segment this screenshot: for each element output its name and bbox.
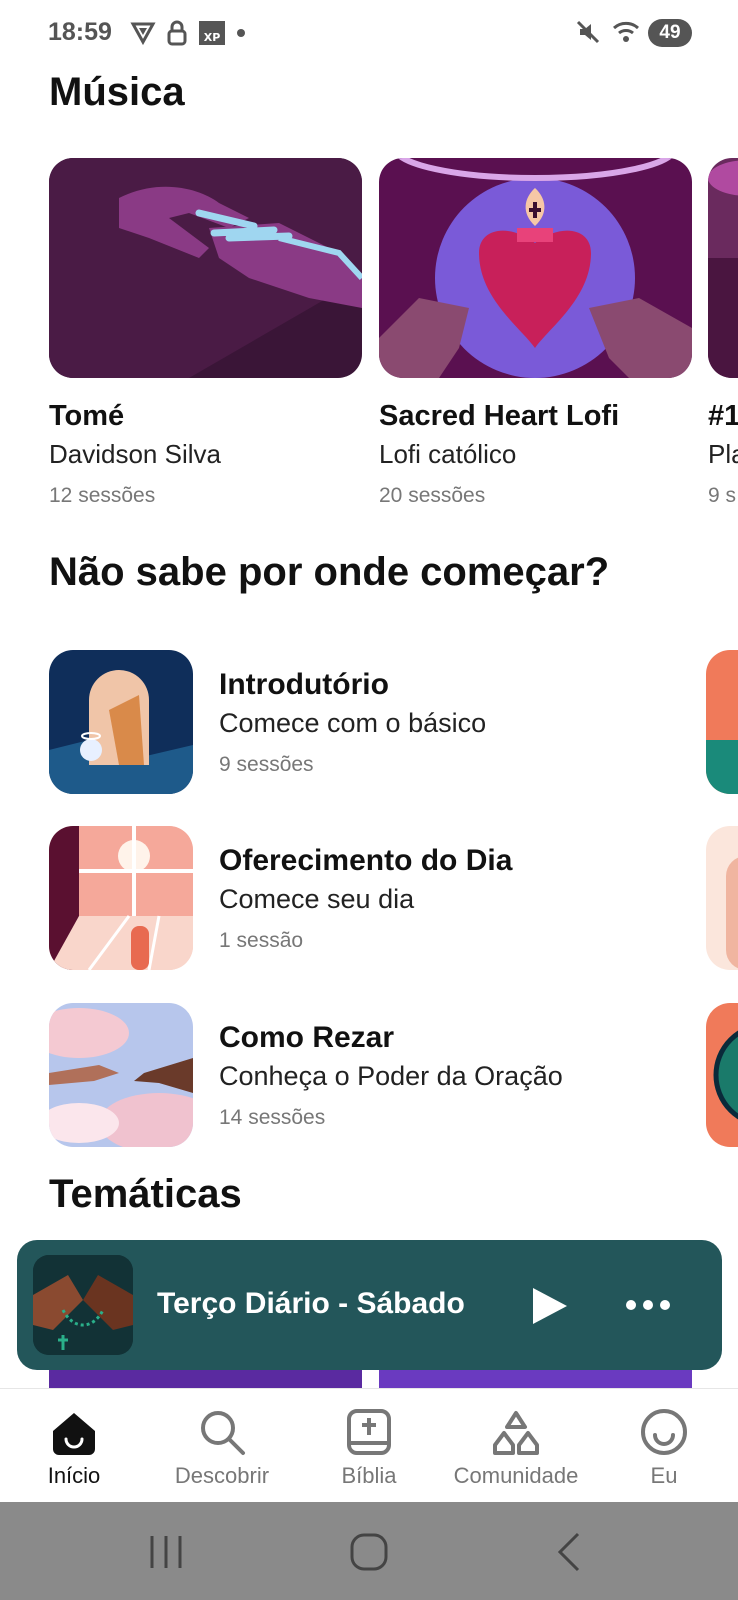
theme-card-peek[interactable] [49,1370,362,1388]
search-icon [201,1411,245,1455]
bible-icon [347,1409,391,1455]
starter-thumb [49,1003,193,1147]
status-time: 18:59 [48,18,112,46]
xp-icon: XP [199,21,225,45]
starter-subtitle: Conheça o Poder da Oração [219,1061,563,1091]
starter-title: Introdutório [219,668,389,701]
profile-icon [641,1409,687,1455]
nav-item-inicio[interactable]: Início [0,1389,148,1503]
community-icon [493,1411,539,1455]
svg-text:XP: XP [204,31,221,44]
starter-thumb [49,650,193,794]
music-card[interactable]: Tomé Davidson Silva 12 sessões [49,158,362,508]
system-nav-bar [0,1502,738,1600]
nav-item-biblia[interactable]: Bíblia [295,1389,443,1503]
theme-card-peek[interactable] [379,1370,692,1388]
starter-peek-thumb[interactable] [706,1003,738,1147]
mini-player[interactable]: Terço Diário - Sábado [17,1240,722,1370]
music-card-subtitle: Pla [708,439,738,469]
play-button[interactable] [527,1284,571,1328]
starter-section-title: Não sabe por onde começar? [49,550,610,594]
back-button[interactable] [548,1530,592,1574]
music-card-subtitle: Davidson Silva [49,439,221,469]
starter-subtitle: Comece seu dia [219,884,415,914]
starter-item[interactable]: Como Rezar Conheça o Poder da Oração 14 … [49,1003,689,1148]
music-card-sessions: 12 sessões [49,484,156,507]
nav-label: Descobrir [174,1463,270,1488]
music-section-title: Música [49,70,185,114]
music-card[interactable]: Sacred Heart Lofi Lofi católico 20 sessõ… [379,158,692,508]
mute-icon [576,20,600,44]
starter-sessions: 9 sessões [219,753,314,776]
recent-apps-button[interactable] [144,1530,188,1574]
starter-peek-thumb[interactable] [706,826,738,970]
nav-item-eu[interactable]: Eu [590,1389,738,1503]
starter-peek-thumb[interactable] [706,650,738,794]
music-card-art [708,158,738,378]
music-card-title: #1 [708,400,738,432]
music-card-title: Tomé [49,400,125,432]
starter-sessions: 14 sessões [219,1106,326,1129]
starter-thumb [49,826,193,970]
nav-label: Bíblia [341,1463,397,1488]
music-card-sessions: 9 s [708,484,737,507]
dot-icon [237,29,245,37]
music-card[interactable]: #1 Pla 9 s [708,158,738,508]
nav-label: Comunidade [453,1463,579,1488]
music-card-sessions: 20 sessões [379,484,486,507]
starter-item[interactable]: Oferecimento do Dia Comece seu dia 1 ses… [49,826,689,971]
music-card-art [49,158,362,378]
more-options-button[interactable] [623,1292,673,1318]
status-bar: 18:59 XP 49 [0,0,738,66]
battery-indicator: 49 [648,19,692,47]
nav-item-descobrir[interactable]: Descobrir [148,1389,296,1503]
home-icon [53,1413,95,1455]
starter-subtitle: Comece com o básico [219,708,487,738]
starter-title: Oferecimento do Dia [219,844,513,877]
wifi-icon [613,21,639,42]
starter-sessions: 1 sessão [219,929,304,952]
player-title: Terço Diário - Sábado [157,1287,465,1320]
themes-section-title: Temáticas [49,1172,242,1216]
nav-item-comunidade[interactable]: Comunidade [442,1389,590,1503]
starter-item[interactable]: Introdutório Comece com o básico 9 sessõ… [49,650,689,795]
music-card-art [379,158,692,378]
music-card-title: Sacred Heart Lofi [379,400,620,432]
starter-title: Como Rezar [219,1021,395,1054]
music-card-subtitle: Lofi católico [379,439,517,469]
nav-label: Início [47,1463,101,1488]
lock-icon [167,20,187,46]
bottom-nav: Início Descobrir Bíblia Comunidade Eu [0,1388,738,1502]
nav-label: Eu [650,1463,678,1488]
vpn-icon [130,22,156,46]
home-button[interactable] [347,1530,391,1574]
status-left-icons: XP [130,20,246,46]
player-artwork [33,1255,133,1355]
